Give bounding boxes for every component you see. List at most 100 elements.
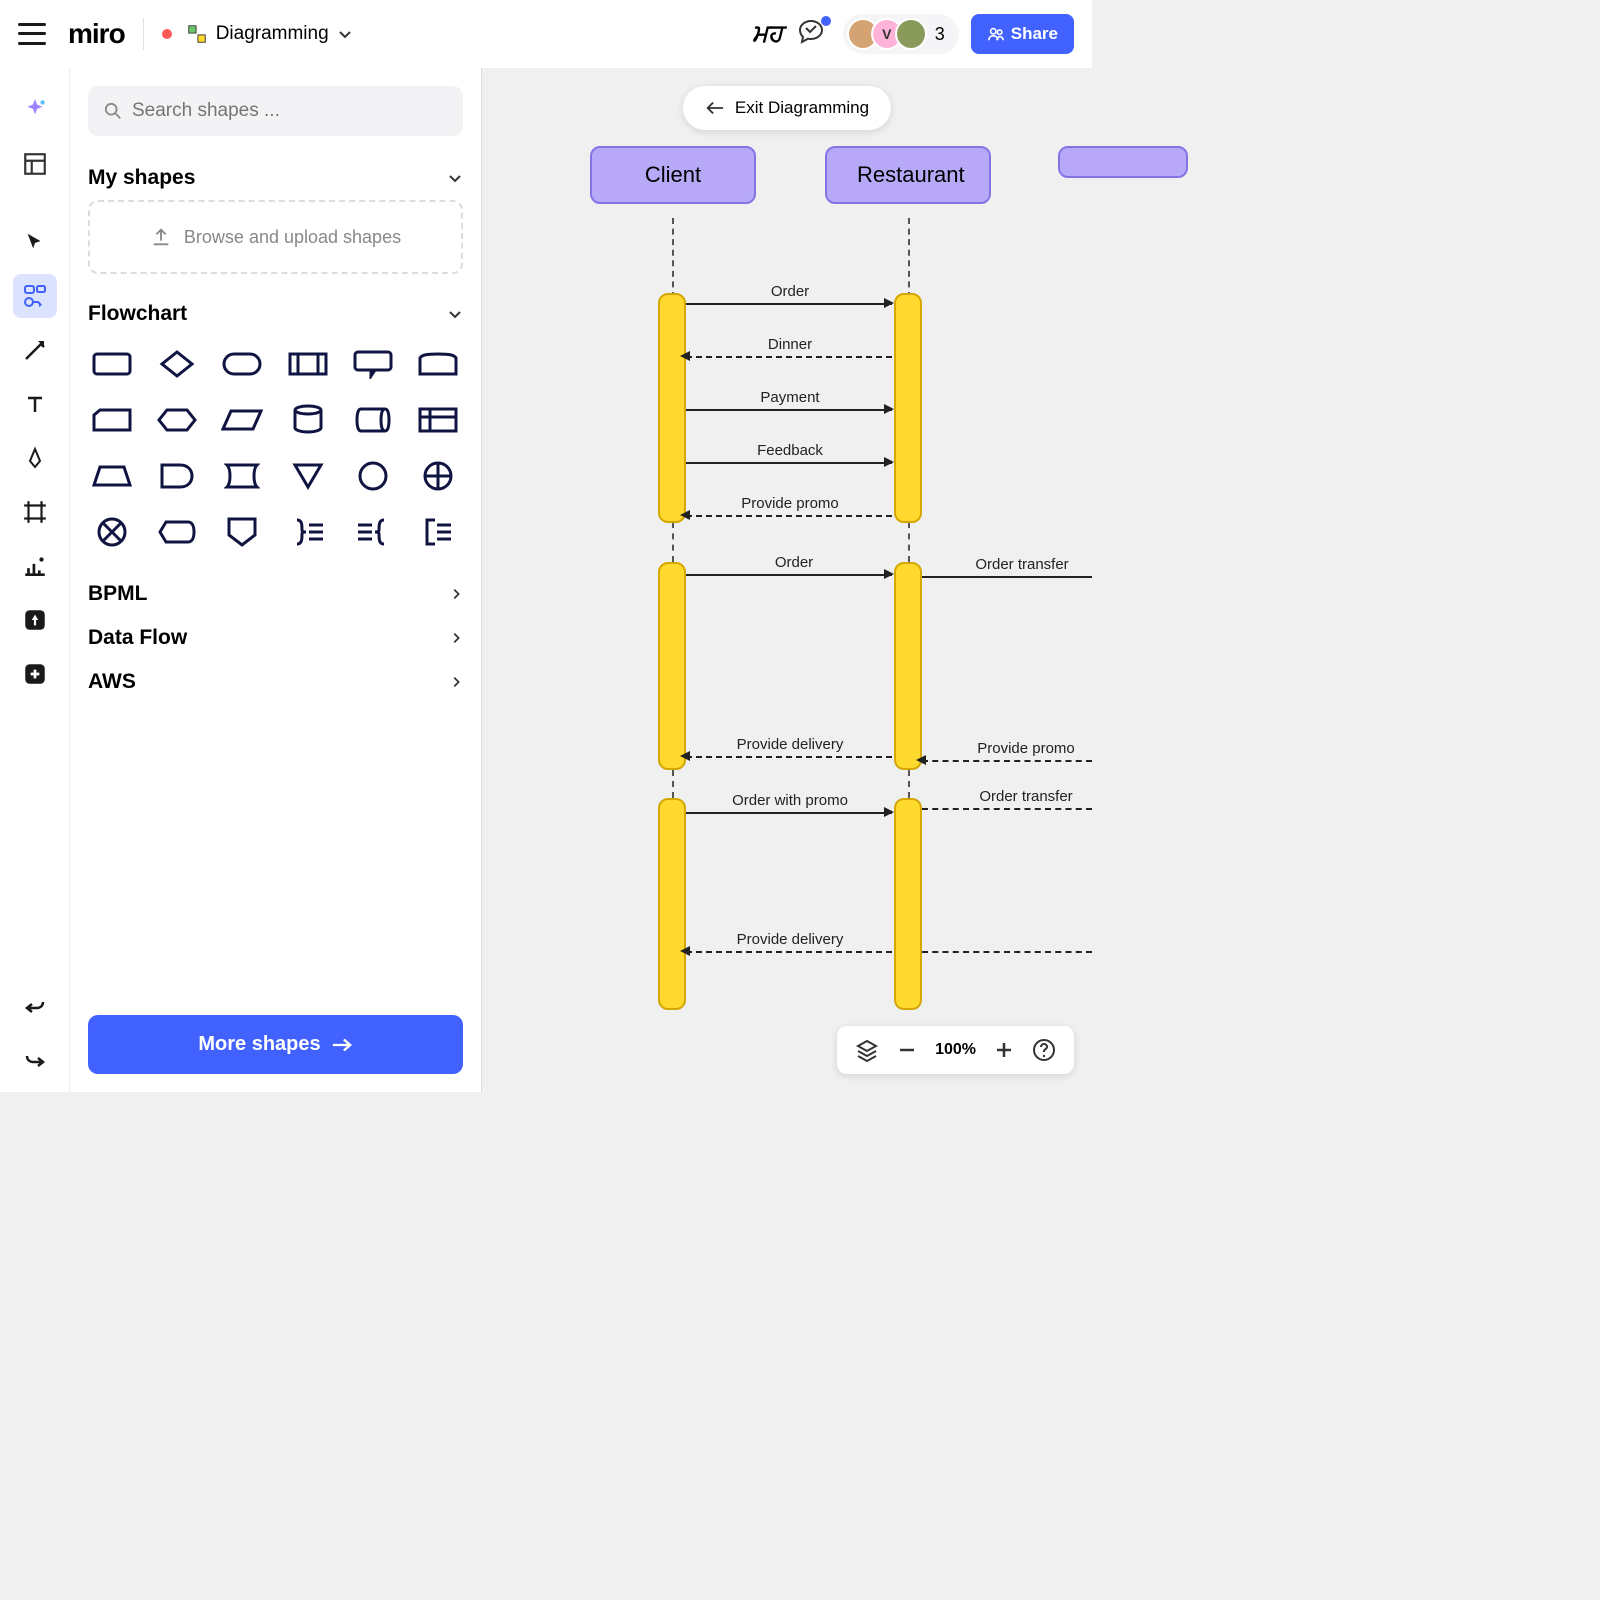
text-tool[interactable] (13, 382, 57, 426)
section-dataflow[interactable]: Data Flow (88, 616, 463, 660)
shape-card[interactable] (88, 400, 136, 440)
section-flowchart[interactable]: Flowchart (88, 292, 463, 336)
shape-brace-left[interactable] (349, 512, 397, 552)
apps-tool[interactable] (13, 598, 57, 642)
message-arrow[interactable] (686, 515, 892, 517)
message-arrow[interactable] (922, 951, 1092, 953)
activation-bar[interactable] (658, 798, 686, 1010)
zoom-out-button[interactable] (897, 1040, 917, 1060)
line-tool[interactable] (13, 328, 57, 372)
message-arrow[interactable] (686, 756, 892, 758)
actor-restaurant[interactable]: Restaurant (825, 146, 991, 204)
message-label: Order with promo (732, 792, 848, 809)
arrow-left-icon (705, 100, 725, 116)
activation-bar[interactable] (894, 798, 922, 1010)
share-label: Share (1011, 24, 1058, 44)
shape-brace-right[interactable] (284, 512, 332, 552)
activation-bar[interactable] (894, 293, 922, 523)
search-input[interactable] (132, 100, 447, 122)
chevron-right-icon (449, 631, 463, 645)
section-my-shapes[interactable]: My shapes (88, 156, 463, 200)
exit-diagramming-button[interactable]: Exit Diagramming (683, 86, 891, 130)
activation-bar[interactable] (658, 562, 686, 770)
actor-client[interactable]: Client (590, 146, 756, 204)
arrowhead-icon (884, 404, 894, 414)
message-label: Order transfer (979, 788, 1072, 805)
message-label: Feedback (757, 442, 823, 459)
lifeline (908, 770, 910, 798)
shape-hexagon[interactable] (153, 400, 201, 440)
help-button[interactable] (1032, 1038, 1056, 1062)
shapes-tool[interactable] (13, 274, 57, 318)
shape-concave[interactable] (218, 456, 266, 496)
select-tool[interactable] (13, 220, 57, 264)
shape-crosscircle[interactable] (414, 456, 462, 496)
zoom-in-button[interactable] (994, 1040, 1014, 1060)
message-label: Order (771, 283, 809, 300)
message-arrow[interactable] (686, 356, 892, 358)
activation-bar[interactable] (894, 562, 922, 770)
message-arrow[interactable] (686, 462, 892, 464)
section-aws[interactable]: AWS (88, 660, 463, 704)
message-arrow[interactable] (686, 303, 892, 305)
menu-button[interactable] (18, 20, 46, 48)
chat-icon[interactable] (795, 16, 831, 52)
canvas[interactable]: Exit Diagramming Client Restaurant Order… (482, 68, 1092, 1092)
people-icon (987, 25, 1005, 43)
shape-drum[interactable] (349, 400, 397, 440)
shape-dshape[interactable] (153, 456, 201, 496)
shape-diamond[interactable] (153, 344, 201, 384)
shape-bracket[interactable] (414, 512, 462, 552)
redo-button[interactable] (13, 1038, 57, 1082)
message-arrow[interactable] (922, 576, 1092, 578)
shape-xcircle[interactable] (88, 512, 136, 552)
templates-tool[interactable] (13, 142, 57, 186)
shape-circle[interactable] (349, 456, 397, 496)
arrowhead-icon (680, 946, 690, 956)
shape-rectangle[interactable] (88, 344, 136, 384)
undo-button[interactable] (13, 984, 57, 1028)
layers-button[interactable] (855, 1038, 879, 1062)
scribble-icon[interactable]: ਮਹ (752, 20, 783, 48)
chevron-down-icon (447, 170, 463, 186)
shape-note[interactable] (414, 344, 462, 384)
upload-shapes[interactable]: Browse and upload shapes (88, 200, 463, 274)
message-arrow[interactable] (922, 760, 1092, 762)
arrowhead-icon (884, 298, 894, 308)
search-shapes[interactable] (88, 86, 463, 136)
avatar (895, 18, 927, 50)
arrowhead-icon (680, 510, 690, 520)
shape-callout[interactable] (349, 344, 397, 384)
message-arrow[interactable] (922, 808, 1092, 810)
chevron-right-icon (449, 675, 463, 689)
shape-cylinder[interactable] (284, 400, 332, 440)
frame-tool[interactable] (13, 490, 57, 534)
shape-internalstorage[interactable] (414, 400, 462, 440)
shape-predefined[interactable] (284, 344, 332, 384)
activation-bar[interactable] (658, 293, 686, 523)
pen-tool[interactable] (13, 436, 57, 480)
shape-trapezoid[interactable] (88, 456, 136, 496)
logo: miro (68, 18, 125, 50)
actor-third[interactable] (1058, 146, 1188, 178)
collaborator-avatars[interactable]: V 3 (843, 14, 959, 54)
more-shapes-button[interactable]: More shapes (88, 1015, 463, 1074)
arrow-right-icon (331, 1036, 353, 1054)
message-arrow[interactable] (686, 574, 892, 576)
message-arrow[interactable] (686, 409, 892, 411)
ai-tool[interactable] (13, 88, 57, 132)
shape-parallelogram[interactable] (218, 400, 266, 440)
shape-display[interactable] (153, 512, 201, 552)
add-tool[interactable] (13, 652, 57, 696)
share-button[interactable]: Share (971, 14, 1074, 54)
message-arrow[interactable] (686, 812, 892, 814)
shape-rounded[interactable] (218, 344, 266, 384)
section-bpml[interactable]: BPML (88, 572, 463, 616)
chart-tool[interactable] (13, 544, 57, 588)
shape-triangle-down[interactable] (284, 456, 332, 496)
mode-label: Diagramming (216, 23, 329, 45)
mode-selector[interactable]: Diagramming (162, 23, 353, 45)
shape-shield[interactable] (218, 512, 266, 552)
zoom-level[interactable]: 100% (935, 1041, 976, 1059)
message-arrow[interactable] (686, 951, 892, 953)
